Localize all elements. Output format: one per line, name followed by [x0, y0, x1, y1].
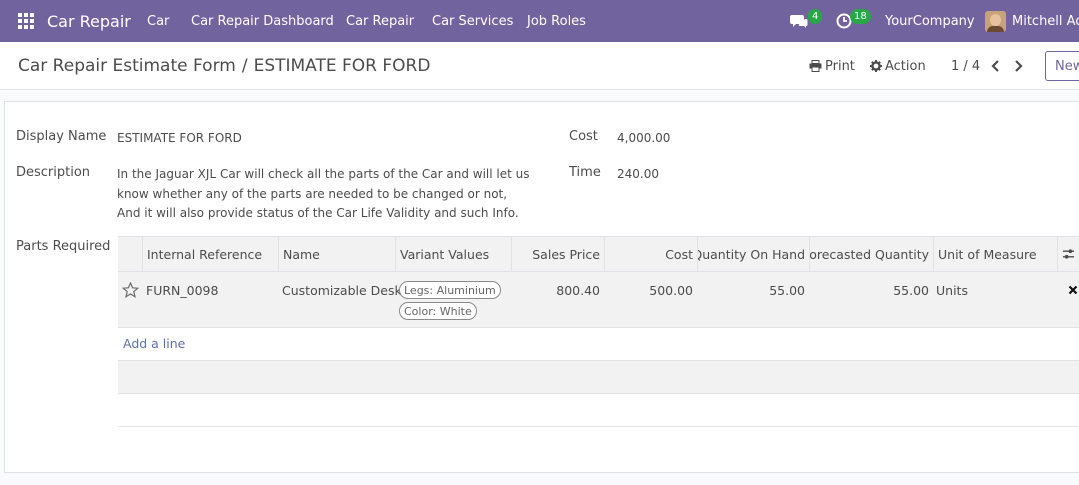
parts-required-label: Parts Required	[16, 239, 111, 254]
app-brand[interactable]: Car Repair	[47, 0, 131, 42]
column-header-internal-reference[interactable]: Internal Reference	[142, 237, 278, 271]
menu-item-car-repair[interactable]: Car Repair	[346, 0, 414, 42]
cost-label: Cost	[569, 129, 598, 144]
user-menu[interactable]: Mitchell Admin	[1012, 0, 1079, 42]
apps-grid-icon[interactable]	[18, 0, 36, 42]
cell-unit-of-measure[interactable]: Units	[936, 272, 968, 308]
cell-forecasted-quantity[interactable]: 55.00	[809, 272, 929, 308]
variant-tag: Color: White	[399, 302, 477, 320]
new-button[interactable]: New	[1045, 51, 1079, 81]
breadcrumb: Car Repair Estimate Form / ESTIMATE FOR …	[18, 42, 430, 90]
activities-badge: 18	[850, 9, 871, 24]
column-header-name[interactable]: Name	[278, 237, 395, 271]
time-field[interactable]: 240.00	[617, 167, 659, 181]
variant-tag: Legs: Aluminium	[399, 281, 501, 299]
star-icon[interactable]	[122, 272, 139, 308]
gear-icon	[870, 60, 882, 72]
cost-field[interactable]: 4,000.00	[617, 131, 670, 145]
description-field[interactable]: In the Jaguar XJL Car will check all the…	[117, 165, 532, 224]
breadcrumb-separator: /	[241, 56, 248, 76]
time-label: Time	[569, 165, 601, 180]
column-header-forecasted-quantity[interactable]: Forecasted Quantity	[809, 237, 933, 271]
menu-item-car-repair-dashboard[interactable]: Car Repair Dashboard	[191, 0, 334, 42]
cell-quantity-on-hand[interactable]: 55.00	[697, 272, 805, 308]
column-header-cost[interactable]: Cost	[604, 237, 697, 271]
print-label: Print	[825, 58, 855, 74]
cell-internal-reference[interactable]: FURN_0098	[146, 272, 218, 308]
menu-item-car-services[interactable]: Car Services	[432, 0, 513, 42]
action-button[interactable]: Action	[870, 42, 926, 90]
cell-sales-price[interactable]: 800.40	[511, 272, 600, 308]
display-name-label: Display Name	[16, 129, 107, 144]
breadcrumb-parent[interactable]: Car Repair Estimate Form	[18, 56, 236, 76]
chat-icon[interactable]	[790, 0, 808, 42]
header-handle-cell	[118, 237, 142, 271]
close-icon[interactable]	[1068, 272, 1078, 308]
clock-icon[interactable]	[836, 0, 852, 42]
parts-table-header: Internal Reference Name Variant Values S…	[118, 236, 1079, 272]
pager-value[interactable]: 1 / 4	[951, 42, 980, 90]
messages-badge: 4	[808, 9, 823, 24]
display-name-field[interactable]: ESTIMATE FOR FORD	[117, 131, 242, 145]
action-label: Action	[885, 58, 926, 74]
chevron-right-icon[interactable]	[1013, 42, 1023, 90]
company-switcher[interactable]: YourCompany	[885, 0, 975, 42]
breadcrumb-current: ESTIMATE FOR FORD	[253, 56, 431, 76]
column-header-unit-of-measure[interactable]: Unit of Measure	[933, 237, 1057, 271]
print-icon	[809, 60, 822, 72]
cell-name[interactable]: Customizable Desk	[282, 272, 402, 308]
avatar[interactable]	[985, 11, 1006, 32]
chevron-left-icon[interactable]	[991, 42, 1001, 90]
empty-row	[118, 328, 1079, 361]
main-navbar: Car Repair Car Car Repair Dashboard Car …	[0, 0, 1079, 42]
sliders-icon[interactable]	[1057, 237, 1079, 271]
menu-item-job-roles[interactable]: Job Roles	[527, 0, 586, 42]
empty-row	[118, 361, 1079, 394]
cell-cost[interactable]: 500.00	[604, 272, 693, 308]
empty-row	[118, 394, 1079, 427]
column-header-quantity-on-hand[interactable]: Quantity On Hand	[697, 237, 809, 271]
description-label: Description	[16, 165, 91, 180]
column-header-variant-values[interactable]: Variant Values	[395, 237, 511, 271]
control-panel: Car Repair Estimate Form / ESTIMATE FOR …	[0, 42, 1079, 90]
column-header-sales-price[interactable]: Sales Price	[511, 237, 604, 271]
print-button[interactable]: Print	[809, 42, 855, 90]
menu-item-car[interactable]: Car	[147, 0, 169, 42]
